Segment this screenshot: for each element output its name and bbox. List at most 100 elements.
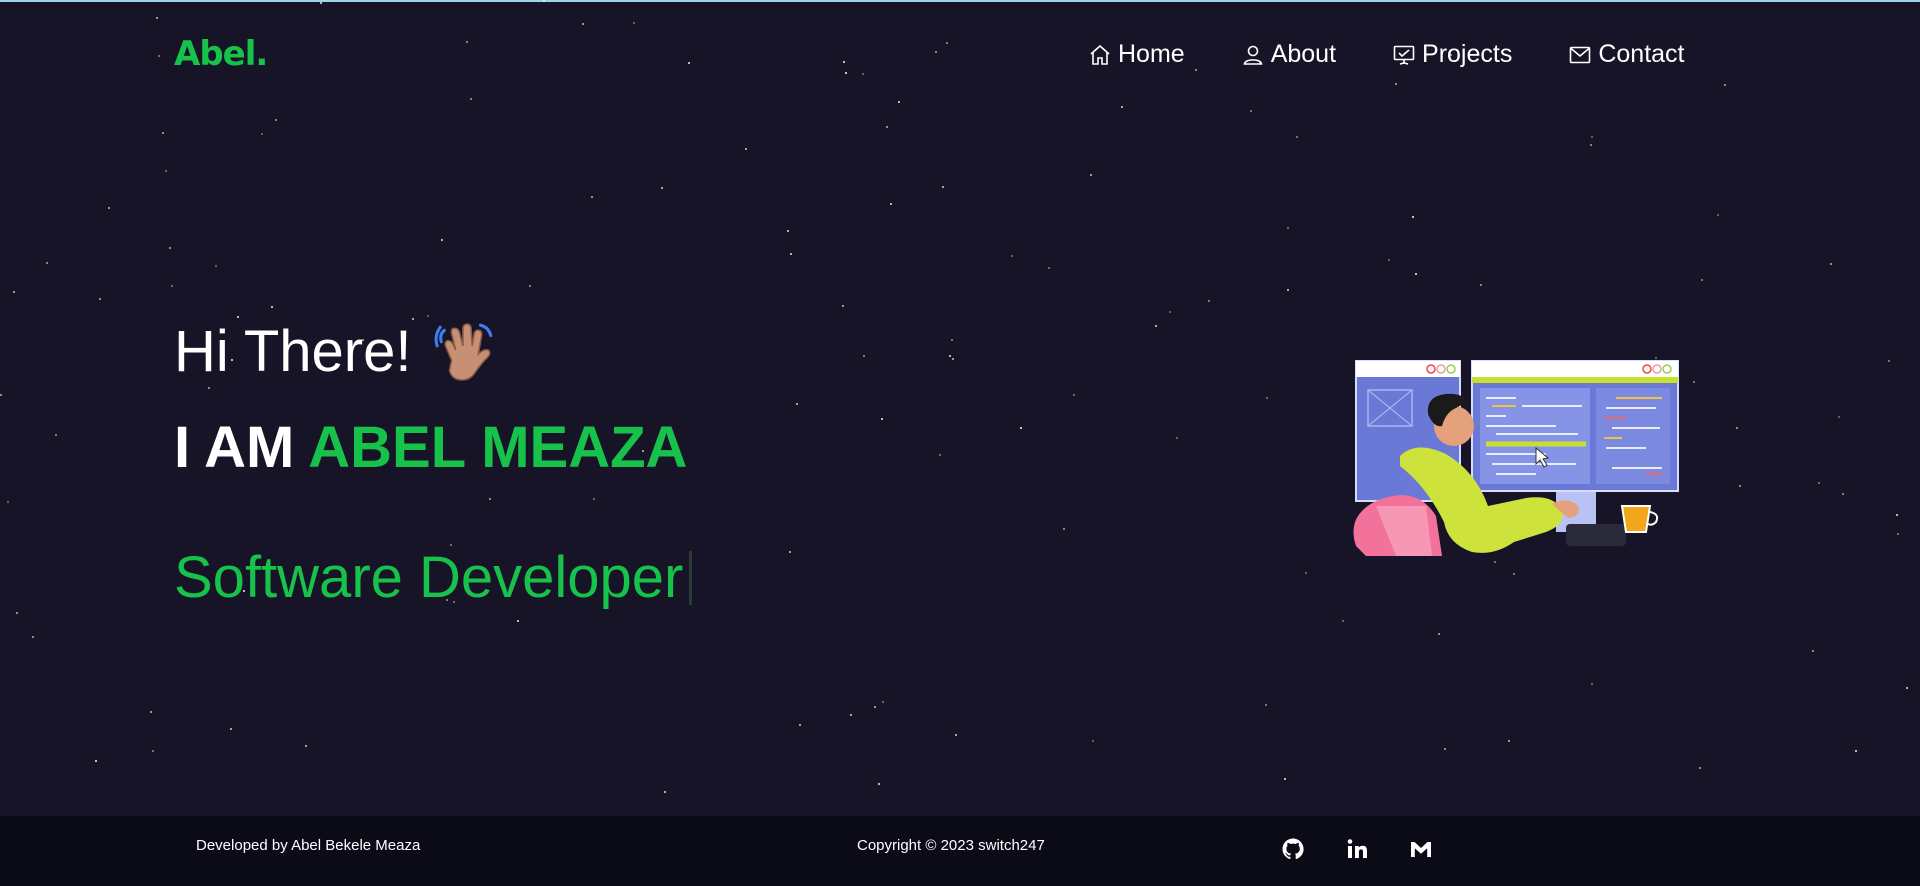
star	[863, 355, 865, 357]
typed-role: Software Developer	[174, 544, 693, 611]
star	[842, 305, 844, 307]
linkedin-link[interactable]	[1344, 836, 1370, 862]
star	[850, 714, 852, 716]
star	[1830, 263, 1832, 265]
star	[1287, 289, 1289, 291]
developer-at-computer-illustration	[1353, 360, 1679, 556]
nav-item-projects[interactable]: Projects	[1392, 40, 1512, 69]
star	[799, 724, 801, 726]
star	[162, 132, 164, 134]
star	[1388, 259, 1390, 261]
star	[261, 133, 263, 135]
waving-hand-icon	[435, 322, 493, 381]
star	[7, 501, 9, 503]
star	[1296, 136, 1298, 138]
star	[305, 745, 307, 747]
star	[882, 701, 884, 703]
star	[215, 265, 217, 267]
star	[1155, 325, 1157, 327]
star	[1590, 144, 1592, 146]
star	[441, 239, 443, 241]
star	[1305, 572, 1307, 574]
star	[16, 612, 18, 614]
star	[789, 551, 791, 553]
star	[1176, 437, 1178, 439]
star	[1208, 300, 1210, 302]
star	[1011, 255, 1013, 257]
hero-name: ABEL MEAZA	[308, 415, 688, 480]
star	[745, 148, 747, 150]
star	[1480, 284, 1482, 286]
star	[1739, 485, 1741, 487]
star	[1444, 748, 1446, 750]
star	[1284, 778, 1286, 780]
star	[1342, 620, 1344, 622]
star	[1412, 216, 1414, 218]
user-icon	[1243, 45, 1263, 65]
nav-item-label: Projects	[1422, 40, 1513, 68]
star	[878, 783, 880, 785]
gmail-icon	[1411, 842, 1431, 857]
star	[664, 791, 666, 793]
star	[1048, 267, 1050, 269]
star	[1250, 110, 1252, 112]
gmail-link[interactable]	[1408, 836, 1434, 862]
star	[1063, 528, 1065, 530]
star	[1736, 427, 1738, 429]
star	[1287, 227, 1289, 229]
star	[55, 434, 57, 436]
star	[1591, 136, 1593, 138]
star	[32, 636, 34, 638]
star	[108, 207, 110, 209]
star	[1020, 427, 1022, 429]
star	[1818, 482, 1820, 484]
star	[150, 711, 152, 713]
star	[95, 760, 97, 762]
github-icon	[1282, 838, 1304, 860]
star	[1169, 311, 1171, 313]
linkedin-icon	[1347, 839, 1367, 858]
star	[1508, 740, 1510, 742]
star	[1090, 174, 1092, 176]
star	[1906, 687, 1908, 689]
nav-item-label: About	[1270, 40, 1337, 68]
nav-item-contact[interactable]: Contact	[1568, 40, 1685, 69]
star	[591, 196, 593, 198]
nav-item-label: Contact	[1598, 40, 1685, 68]
star	[427, 315, 429, 317]
github-link[interactable]	[1280, 836, 1306, 862]
star	[208, 387, 210, 389]
social-links	[1280, 836, 1434, 862]
star	[171, 285, 173, 287]
star	[1591, 683, 1593, 685]
star	[1265, 704, 1267, 706]
star	[517, 620, 519, 622]
star	[661, 187, 663, 189]
hero-greeting: Hi There!	[174, 318, 499, 385]
developed-by-text: Developed by Abel Bekele Meaza	[196, 837, 421, 854]
home-icon	[1090, 44, 1110, 65]
star	[881, 418, 883, 420]
star	[489, 498, 491, 500]
star	[955, 734, 957, 736]
star	[1896, 514, 1898, 516]
star	[796, 403, 798, 405]
copyright-text: Copyright © 2023 switch247	[857, 837, 1045, 854]
hero-name-line: I AM ABEL MEAZA	[174, 414, 687, 481]
role-text: Software Developer	[174, 545, 684, 610]
nav-item-about[interactable]: About	[1241, 40, 1336, 69]
mail-icon	[1570, 46, 1591, 63]
star	[1838, 416, 1840, 418]
star	[952, 358, 954, 360]
star	[787, 230, 789, 232]
star	[1855, 750, 1857, 752]
nav-item-label: Home	[1118, 40, 1185, 68]
star	[1699, 767, 1701, 769]
star	[275, 119, 277, 121]
star	[942, 186, 944, 188]
star	[13, 291, 15, 293]
footer: Developed by Abel Bekele Meaza Copyright…	[0, 816, 1920, 886]
nav-item-home[interactable]: Home	[1088, 40, 1185, 69]
site-logo[interactable]: Abel.	[174, 34, 268, 74]
star	[1438, 633, 1440, 635]
